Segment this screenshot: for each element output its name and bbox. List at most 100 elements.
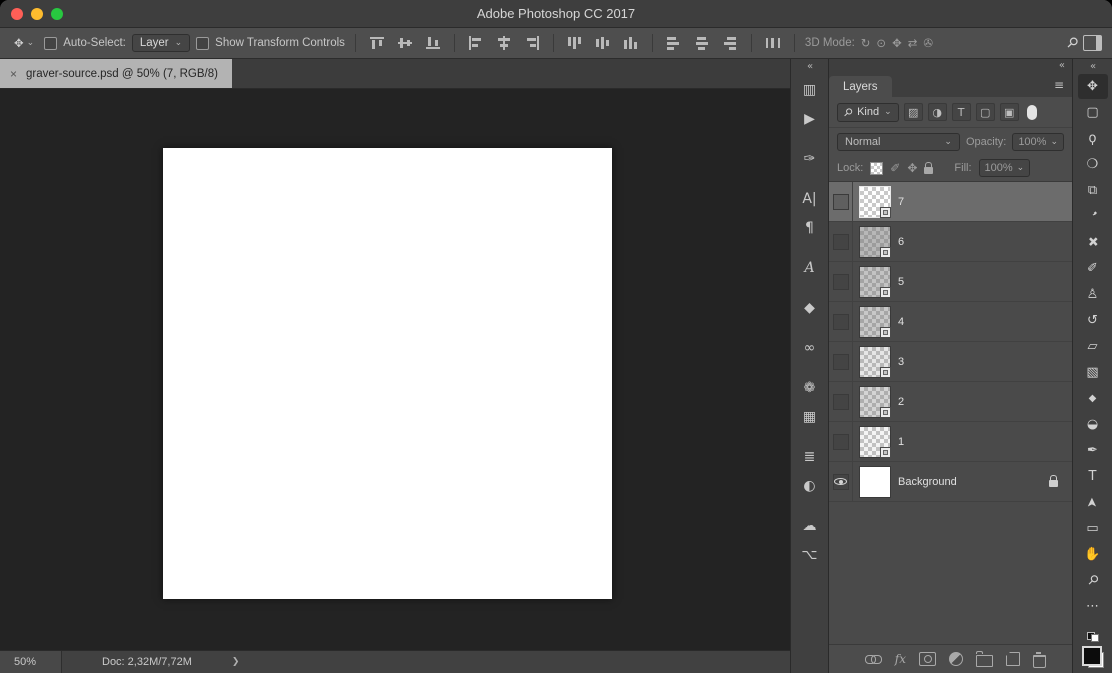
delete-layer-icon[interactable]: [1033, 651, 1046, 668]
visibility-toggle[interactable]: [829, 222, 853, 261]
gradient-tool[interactable]: ▧: [1078, 360, 1108, 385]
histogram-panel-icon[interactable]: ▥: [797, 78, 823, 102]
eraser-tool[interactable]: ▱: [1078, 334, 1108, 359]
close-window-button[interactable]: [11, 7, 23, 20]
canvas-area[interactable]: [0, 89, 790, 650]
hand-tool[interactable]: ✋: [1078, 542, 1108, 567]
adjustments-panel-icon[interactable]: ◐: [797, 474, 823, 498]
filter-kind-dropdown[interactable]: ⚲ Kind ⌄: [837, 102, 899, 122]
visibility-toggle[interactable]: [829, 462, 853, 501]
align-right-edges-icon[interactable]: [521, 34, 543, 52]
path-selection-tool[interactable]: ➤: [1078, 490, 1108, 515]
distribute-bottom-edges-icon[interactable]: [620, 34, 642, 52]
type-tool[interactable]: T: [1078, 464, 1108, 489]
panel-menu-icon[interactable]: ≡: [1054, 78, 1064, 92]
distribute-right-edges-icon[interactable]: [719, 34, 741, 52]
lock-position-icon[interactable]: ✥: [907, 161, 917, 175]
current-tool-chip[interactable]: ✥ ⌄: [10, 34, 38, 52]
visibility-toggle[interactable]: [829, 342, 853, 381]
spot-healing-brush-tool[interactable]: ✚: [1078, 230, 1108, 255]
layer-row[interactable]: Background: [829, 462, 1072, 502]
layer-thumbnail[interactable]: [859, 385, 891, 418]
lock-all-icon[interactable]: [924, 161, 934, 174]
default-colors-icon[interactable]: [1086, 632, 1099, 642]
layer-name[interactable]: 6: [898, 236, 904, 248]
blur-tool[interactable]: ◆: [1078, 386, 1108, 411]
visibility-toggle[interactable]: [829, 382, 853, 421]
crop-tool[interactable]: ⧉: [1078, 178, 1108, 203]
distribute-top-edges-icon[interactable]: [564, 34, 586, 52]
libraries-panel-icon[interactable]: ☁: [797, 514, 823, 538]
smart-object-filter-icon[interactable]: ▣: [999, 103, 1019, 121]
zoom-level[interactable]: 50%: [0, 651, 62, 673]
visibility-toggle[interactable]: [829, 422, 853, 461]
tab-layers[interactable]: Layers: [829, 76, 892, 97]
layer-name[interactable]: 3: [898, 356, 904, 368]
lock-transparency-icon[interactable]: [870, 161, 884, 175]
visibility-toggle[interactable]: [829, 302, 853, 341]
dodge-tool[interactable]: ◒: [1078, 412, 1108, 437]
layer-thumbnail[interactable]: [859, 465, 891, 498]
status-chevron-icon[interactable]: ❯: [232, 657, 240, 667]
edit-toolbar-button[interactable]: ⋯: [1078, 594, 1108, 619]
paragraph-styles-panel-icon[interactable]: ≣: [797, 445, 823, 469]
visibility-toggle[interactable]: [829, 182, 853, 221]
layer-row[interactable]: 6: [829, 222, 1072, 262]
new-group-icon[interactable]: [975, 651, 993, 667]
layer-row[interactable]: 1: [829, 422, 1072, 462]
opacity-dropdown[interactable]: 100% ⌄: [1012, 132, 1064, 151]
align-left-edges-icon[interactable]: [465, 34, 487, 52]
foreground-color-swatch[interactable]: [1081, 646, 1102, 666]
layer-row[interactable]: 7: [829, 182, 1072, 222]
layer-row[interactable]: 3: [829, 342, 1072, 382]
brush-settings-panel-icon[interactable]: ❁: [797, 376, 823, 400]
auto-select-dropdown[interactable]: Layer ⌄: [131, 34, 191, 52]
layer-row[interactable]: 2: [829, 382, 1072, 422]
clone-stamp-tool[interactable]: ♙: [1078, 282, 1108, 307]
layer-name[interactable]: 7: [898, 196, 904, 208]
show-transform-checkbox[interactable]: [196, 36, 210, 50]
lock-paint-icon[interactable]: ✐: [890, 161, 900, 175]
pixel-layer-filter-icon[interactable]: ▨: [903, 103, 923, 121]
close-tab-icon[interactable]: ×: [10, 67, 17, 81]
search-icon[interactable]: ⚲: [1063, 34, 1082, 53]
glyphs-panel-icon[interactable]: A: [797, 256, 823, 280]
clone-source-panel-icon[interactable]: ∞: [797, 336, 823, 360]
layer-thumbnail[interactable]: [859, 345, 891, 378]
move-tool[interactable]: ✥: [1077, 74, 1108, 99]
layer-row[interactable]: 5: [829, 262, 1072, 302]
distribute-left-edges-icon[interactable]: [663, 34, 685, 52]
blend-mode-dropdown[interactable]: Normal ⌄: [837, 132, 960, 151]
workspace-switcher-icon[interactable]: [1083, 35, 1102, 51]
rectangle-tool[interactable]: ▭: [1078, 516, 1108, 541]
layer-name[interactable]: 4: [898, 316, 904, 328]
type-layer-filter-icon[interactable]: T: [951, 103, 971, 121]
layer-style-icon[interactable]: fx: [895, 652, 906, 666]
fill-dropdown[interactable]: 100% ⌄: [978, 159, 1031, 177]
layer-thumbnail[interactable]: [859, 225, 891, 258]
document-tab[interactable]: × graver-source.psd @ 50% (7, RGB/8): [0, 59, 232, 88]
history-brush-tool[interactable]: ↺: [1078, 308, 1108, 333]
3d-drag-icon[interactable]: ✥: [892, 36, 902, 50]
adjustment-layer-filter-icon[interactable]: ◑: [927, 103, 947, 121]
layer-thumbnail[interactable]: [859, 265, 891, 298]
expand-toolbar-icon[interactable]: «: [1090, 61, 1096, 72]
add-layer-mask-icon[interactable]: [919, 652, 936, 666]
pen-tool[interactable]: ✒: [1078, 438, 1108, 463]
align-top-edges-icon[interactable]: [366, 34, 388, 52]
3d-roll-icon[interactable]: ⊙: [876, 36, 886, 50]
timeline-panel-icon[interactable]: ⌥: [797, 543, 823, 567]
new-layer-icon[interactable]: [1006, 652, 1020, 666]
distribute-horizontal-centers-icon[interactable]: [691, 34, 713, 52]
fullscreen-window-button[interactable]: [51, 7, 63, 20]
layer-name[interactable]: 2: [898, 396, 904, 408]
layer-name[interactable]: 5: [898, 276, 904, 288]
layer-thumbnail[interactable]: [859, 305, 891, 338]
visibility-toggle[interactable]: [829, 262, 853, 301]
layer-name[interactable]: Background: [898, 476, 957, 488]
distribute-spacing-icon[interactable]: [762, 34, 784, 52]
rectangular-marquee-tool[interactable]: ▢: [1078, 100, 1108, 125]
layer-thumbnail[interactable]: [859, 185, 891, 218]
character-panel-icon[interactable]: A|: [797, 187, 823, 211]
layer-thumbnail[interactable]: [859, 425, 891, 458]
